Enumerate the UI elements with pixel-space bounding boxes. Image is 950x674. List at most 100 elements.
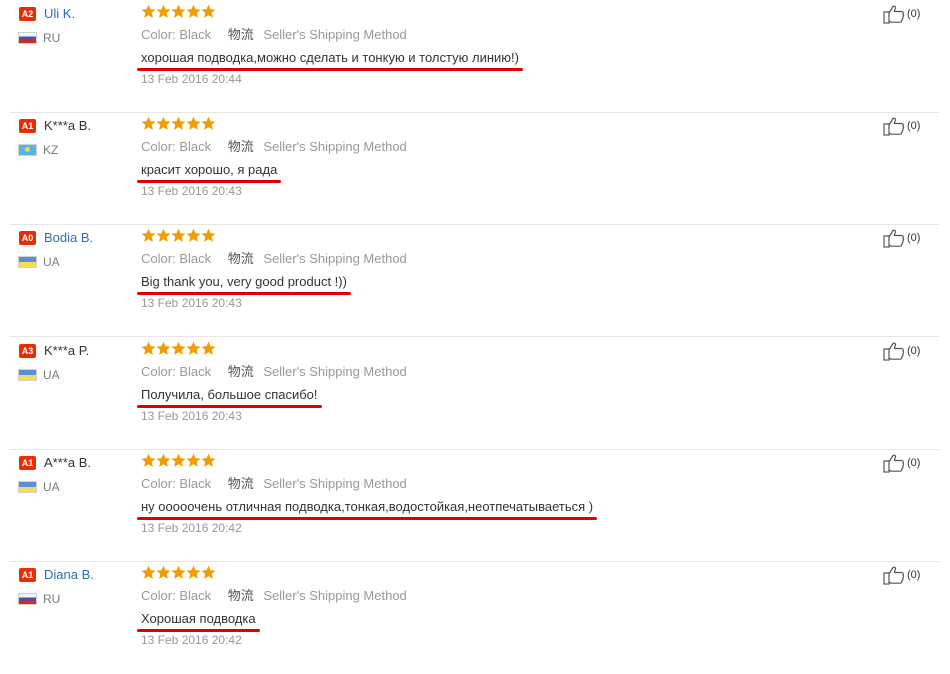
star-icon — [186, 4, 201, 18]
star-rating — [141, 341, 216, 357]
review-text: красит хорошо, я рада — [141, 162, 278, 177]
buyer-level-badge: A2 — [19, 7, 36, 21]
shipping-method: Seller's Shipping Method — [263, 139, 407, 154]
review-text: хорошая подводка,можно сделать и тонкую … — [141, 50, 519, 65]
review-text: ну ооооочень отличная подводка,тонкая,во… — [141, 499, 594, 514]
color-label: Color: — [141, 588, 176, 603]
helpful-button[interactable]: (0) — [883, 228, 920, 248]
country-code: UA — [43, 368, 60, 382]
divider — [10, 336, 940, 337]
star-icon — [201, 4, 216, 18]
ua-flag-icon — [18, 256, 37, 268]
country-code: UA — [43, 480, 60, 494]
order-meta: Color: Black 物流 Seller's Shipping Method — [141, 476, 407, 492]
buyer-name[interactable]: Bodia B. — [44, 230, 93, 246]
review-item: A1 A***a B. UA Color: Black 物流 Seller's … — [0, 450, 950, 562]
color-value: Black — [179, 476, 212, 491]
star-icon — [156, 453, 171, 467]
star-icon — [141, 341, 156, 355]
review-comment: красит хорошо, я рада — [137, 161, 282, 183]
country-code: UA — [43, 255, 60, 269]
thumbs-up-icon — [883, 454, 905, 473]
logistics-icon: 物流 — [227, 251, 254, 266]
star-rating — [141, 116, 216, 132]
star-icon — [171, 4, 186, 18]
color-value: Black — [179, 364, 212, 379]
star-icon — [186, 453, 201, 467]
review-date: 13 Feb 2016 20:44 — [141, 72, 242, 86]
star-rating — [141, 453, 216, 469]
order-meta: Color: Black 物流 Seller's Shipping Method — [141, 139, 407, 155]
review-item: A0 Bodia B. UA Color: Black 物流 Seller's … — [0, 225, 950, 337]
ua-flag-icon — [18, 369, 37, 381]
buyer-name[interactable]: K***a B. — [44, 118, 91, 134]
shipping-method: Seller's Shipping Method — [263, 364, 407, 379]
country-code: RU — [43, 592, 61, 606]
review-item: A1 Diana B. RU Color: Black 物流 Seller's … — [0, 562, 950, 674]
ru-flag-icon — [18, 32, 37, 44]
helpful-button[interactable]: (0) — [883, 4, 920, 24]
buyer-name[interactable]: Uli K. — [44, 6, 75, 22]
helpful-button[interactable]: (0) — [883, 116, 920, 136]
helpful-count: (0) — [907, 120, 921, 132]
color-label: Color: — [141, 476, 176, 491]
logistics-icon: 物流 — [227, 588, 254, 603]
review-comment: Получила, большое спасибо! — [137, 386, 322, 408]
color-label: Color: — [141, 139, 176, 154]
color-value: Black — [179, 139, 212, 154]
country-code: RU — [43, 31, 61, 45]
color-value: Black — [179, 251, 212, 266]
star-icon — [171, 453, 186, 467]
review-date: 13 Feb 2016 20:43 — [141, 184, 242, 198]
star-icon — [141, 116, 156, 130]
star-icon — [156, 565, 171, 579]
shipping-method: Seller's Shipping Method — [263, 27, 407, 42]
logistics-icon: 物流 — [227, 476, 254, 491]
helpful-count: (0) — [907, 345, 921, 357]
review-date: 13 Feb 2016 20:43 — [141, 409, 242, 423]
kz-flag-icon — [18, 144, 37, 156]
star-icon — [186, 228, 201, 242]
helpful-count: (0) — [907, 569, 921, 581]
shipping-method: Seller's Shipping Method — [263, 588, 407, 603]
shipping-method: Seller's Shipping Method — [263, 251, 407, 266]
helpful-button[interactable]: (0) — [883, 341, 920, 361]
review-comment: хорошая подводка,можно сделать и тонкую … — [137, 49, 523, 71]
buyer-level-badge: A0 — [19, 231, 36, 245]
buyer-name[interactable]: Diana B. — [44, 567, 94, 583]
review-date: 13 Feb 2016 20:42 — [141, 521, 242, 535]
buyer-level-badge: A1 — [19, 456, 36, 470]
color-value: Black — [179, 27, 212, 42]
color-value: Black — [179, 588, 212, 603]
ua-flag-icon — [18, 481, 37, 493]
review-date: 13 Feb 2016 20:42 — [141, 633, 242, 647]
shipping-method: Seller's Shipping Method — [263, 476, 407, 491]
star-icon — [201, 453, 216, 467]
thumbs-up-icon — [883, 229, 905, 248]
thumbs-up-icon — [883, 5, 905, 24]
review-date: 13 Feb 2016 20:43 — [141, 296, 242, 310]
star-icon — [156, 341, 171, 355]
star-icon — [171, 228, 186, 242]
helpful-button[interactable]: (0) — [883, 453, 920, 473]
star-icon — [141, 453, 156, 467]
review-item: A3 K***a P. UA Color: Black 物流 Seller's … — [0, 338, 950, 450]
helpful-button[interactable]: (0) — [883, 565, 920, 585]
thumbs-up-icon — [883, 566, 905, 585]
logistics-icon: 物流 — [227, 139, 254, 154]
order-meta: Color: Black 物流 Seller's Shipping Method — [141, 588, 407, 604]
review-comment: Big thank you, very good product !)) — [137, 273, 351, 295]
star-icon — [201, 565, 216, 579]
star-rating — [141, 565, 216, 581]
star-icon — [156, 4, 171, 18]
star-rating — [141, 228, 216, 244]
star-icon — [141, 565, 156, 579]
review-text: Хорошая подводка — [141, 611, 256, 626]
star-icon — [171, 116, 186, 130]
star-icon — [201, 116, 216, 130]
buyer-name[interactable]: A***a B. — [44, 455, 91, 471]
buyer-level-badge: A3 — [19, 344, 36, 358]
buyer-level-badge: A1 — [19, 119, 36, 133]
logistics-icon: 物流 — [227, 27, 254, 42]
buyer-name[interactable]: K***a P. — [44, 343, 89, 359]
